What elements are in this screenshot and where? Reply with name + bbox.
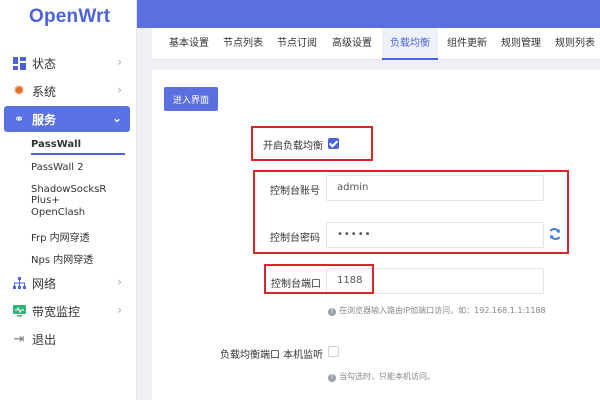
sidebar-item-label: 网络 [32, 276, 57, 291]
port-hint: ? 在浏览器输入路由IP加端口访问，如：192.168.1.1:1188 [328, 305, 546, 316]
highlight-box [264, 264, 374, 294]
gear-icon: ✹ [13, 83, 25, 99]
logout-icon: ⇥ [13, 331, 25, 347]
chevron-right-icon: › [117, 275, 122, 289]
tab-node-list[interactable]: 节点列表 [218, 28, 268, 60]
sidebar-subitem-openclash[interactable]: OpenClash [31, 207, 85, 218]
enter-interface-button[interactable]: 进入界面 [164, 87, 218, 111]
sidebar-item-label: 状态 [32, 56, 57, 71]
chevron-right-icon: › [117, 83, 122, 97]
chevron-right-icon: › [117, 55, 122, 69]
listen-checkbox[interactable] [328, 346, 339, 357]
chevron-right-icon: › [117, 303, 122, 317]
tab-advanced-settings[interactable]: 高级设置 [327, 28, 377, 60]
tab-load-balance[interactable]: 负载均衡 [382, 28, 438, 60]
highlight-box [251, 126, 373, 161]
monitor-icon [12, 304, 26, 318]
sidebar-item-network[interactable]: 网络 › [4, 270, 130, 296]
tab-rule-manage[interactable]: 规则管理 [496, 28, 546, 60]
sidebar: OpenWrt 状态 › ✹ 系统 › ⚭ 服务 ⌄ PassWall Pass… [0, 0, 137, 400]
sidebar-subitem-ssr-plus[interactable]: ShadowSocksR Plus+ [31, 184, 136, 206]
listen-label: 负载均衡端口 本机监听 [220, 350, 324, 361]
sidebar-item-bandwidth[interactable]: 带宽监控 › [4, 298, 130, 324]
openwrt-logo[interactable]: OpenWrt [29, 6, 110, 28]
sidebar-item-status[interactable]: 状态 › [4, 50, 130, 76]
dashboard-icon [12, 56, 26, 70]
tab-component-update[interactable]: 组件更新 [442, 28, 492, 60]
tab-node-subscribe[interactable]: 节点订阅 [272, 28, 322, 60]
question-icon: ? [328, 308, 336, 316]
active-subitem-underline [31, 153, 125, 155]
sidebar-subitem-passwall[interactable]: PassWall [31, 139, 81, 150]
tab-rule-list[interactable]: 规则列表 [550, 28, 600, 60]
sidebar-subitem-nps[interactable]: Nps 内网穿透 [31, 251, 93, 266]
listen-hint-text: 当勾选时，只能本机访问。 [339, 372, 435, 381]
tab-bar: 基本设置 节点列表 节点订阅 高级设置 负载均衡 组件更新 规则管理 规则列表 [152, 28, 600, 60]
sidebar-item-label: 服务 [32, 112, 57, 127]
sidebar-subitem-frp[interactable]: Frp 内网穿透 [31, 229, 90, 244]
link-icon: ⚭ [13, 112, 25, 126]
question-icon: ? [328, 374, 336, 382]
highlight-box [253, 170, 569, 254]
port-hint-text: 在浏览器输入路由IP加端口访问，如：192.168.1.1:1188 [339, 306, 546, 315]
top-header [137, 0, 600, 28]
sidebar-item-system[interactable]: ✹ 系统 › [4, 78, 130, 104]
sidebar-item-services[interactable]: ⚭ 服务 ⌄ [4, 106, 130, 132]
chevron-down-icon: ⌄ [111, 111, 122, 125]
listen-hint: ? 当勾选时，只能本机访问。 [328, 371, 435, 382]
sidebar-item-label: 退出 [32, 332, 57, 347]
sidebar-item-label: 带宽监控 [32, 304, 81, 319]
tab-basic-settings[interactable]: 基本设置 [164, 28, 214, 60]
sidebar-subitem-passwall2[interactable]: PassWall 2 [31, 162, 84, 173]
sidebar-item-logout[interactable]: ⇥ 退出 [4, 326, 130, 352]
network-icon [12, 276, 26, 290]
sidebar-item-label: 系统 [32, 84, 57, 99]
